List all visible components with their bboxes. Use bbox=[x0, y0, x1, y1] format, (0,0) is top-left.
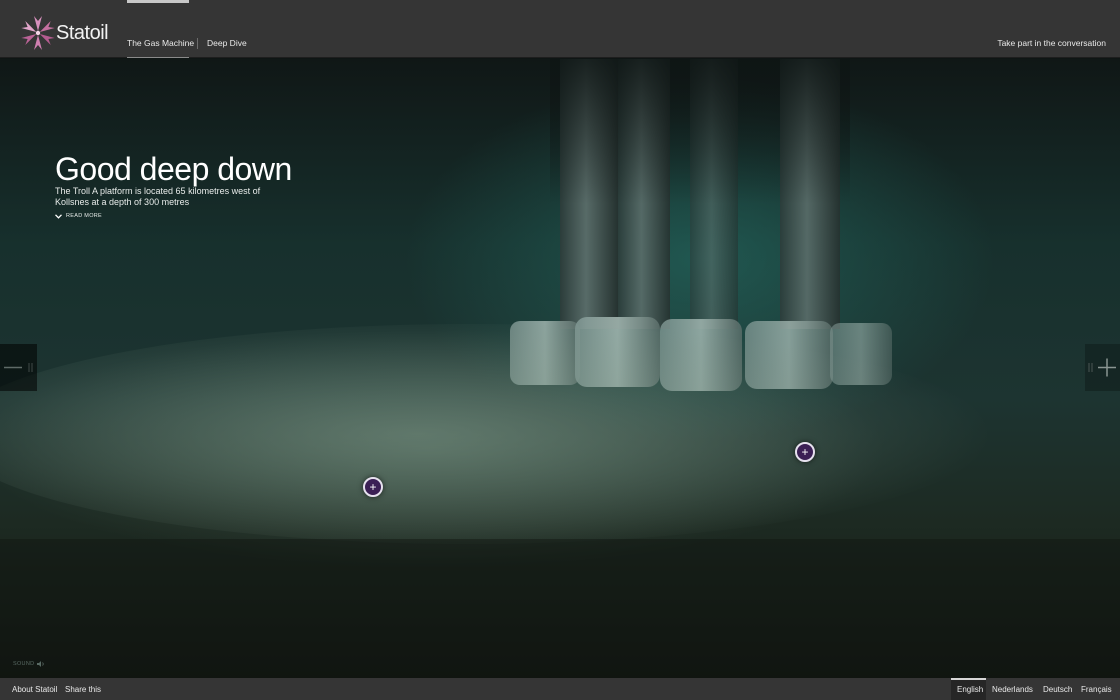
minus-icon bbox=[4, 363, 33, 372]
language-francais[interactable]: Français bbox=[1081, 685, 1112, 694]
language-deutsch[interactable]: Deutsch bbox=[1043, 685, 1072, 694]
language-active-indicator bbox=[951, 678, 986, 680]
hero-subtitle: The Troll A platform is located 65 kilom… bbox=[55, 186, 261, 207]
conversation-link[interactable]: Take part in the conversation bbox=[997, 38, 1106, 48]
plus-icon bbox=[1088, 358, 1116, 377]
sound-toggle[interactable]: SOUND bbox=[13, 661, 45, 667]
statoil-logo[interactable]: Statoil bbox=[20, 14, 109, 54]
info-hotspot-right[interactable]: + bbox=[795, 442, 815, 462]
next-scene-button[interactable] bbox=[1085, 344, 1120, 391]
nav-item-deep-dive[interactable]: Deep Dive bbox=[207, 38, 247, 48]
brand-name: Statoil bbox=[56, 22, 109, 44]
previous-scene-button[interactable] bbox=[0, 344, 37, 391]
language-nederlands[interactable]: Nederlands bbox=[992, 685, 1033, 694]
speaker-icon bbox=[37, 661, 45, 667]
read-more-label: READ MORE bbox=[66, 213, 103, 219]
chevron-down-icon bbox=[55, 213, 62, 219]
bottom-bar: About Statoil Share this English Nederla… bbox=[0, 678, 1120, 700]
underwater-scene: Good deep down The Troll A platform is l… bbox=[0, 59, 1120, 678]
top-bar: Statoil The Gas Machine Deep Dive Take p… bbox=[0, 0, 1120, 58]
plus-icon: + bbox=[369, 480, 377, 494]
statoil-star-logo-icon bbox=[21, 16, 55, 50]
nav-divider bbox=[197, 38, 198, 49]
hero-title: Good deep down bbox=[55, 151, 292, 187]
info-hotspot-left[interactable]: + bbox=[363, 477, 383, 497]
nav-item-gas-machine[interactable]: The Gas Machine bbox=[127, 0, 194, 58]
read-more-link[interactable]: READ MORE bbox=[55, 211, 102, 221]
plus-icon: + bbox=[801, 445, 809, 459]
share-this-link[interactable]: Share this bbox=[65, 685, 101, 694]
language-english[interactable]: English bbox=[957, 685, 983, 694]
sound-label: SOUND bbox=[13, 661, 35, 667]
about-statoil-link[interactable]: About Statoil bbox=[12, 685, 57, 694]
